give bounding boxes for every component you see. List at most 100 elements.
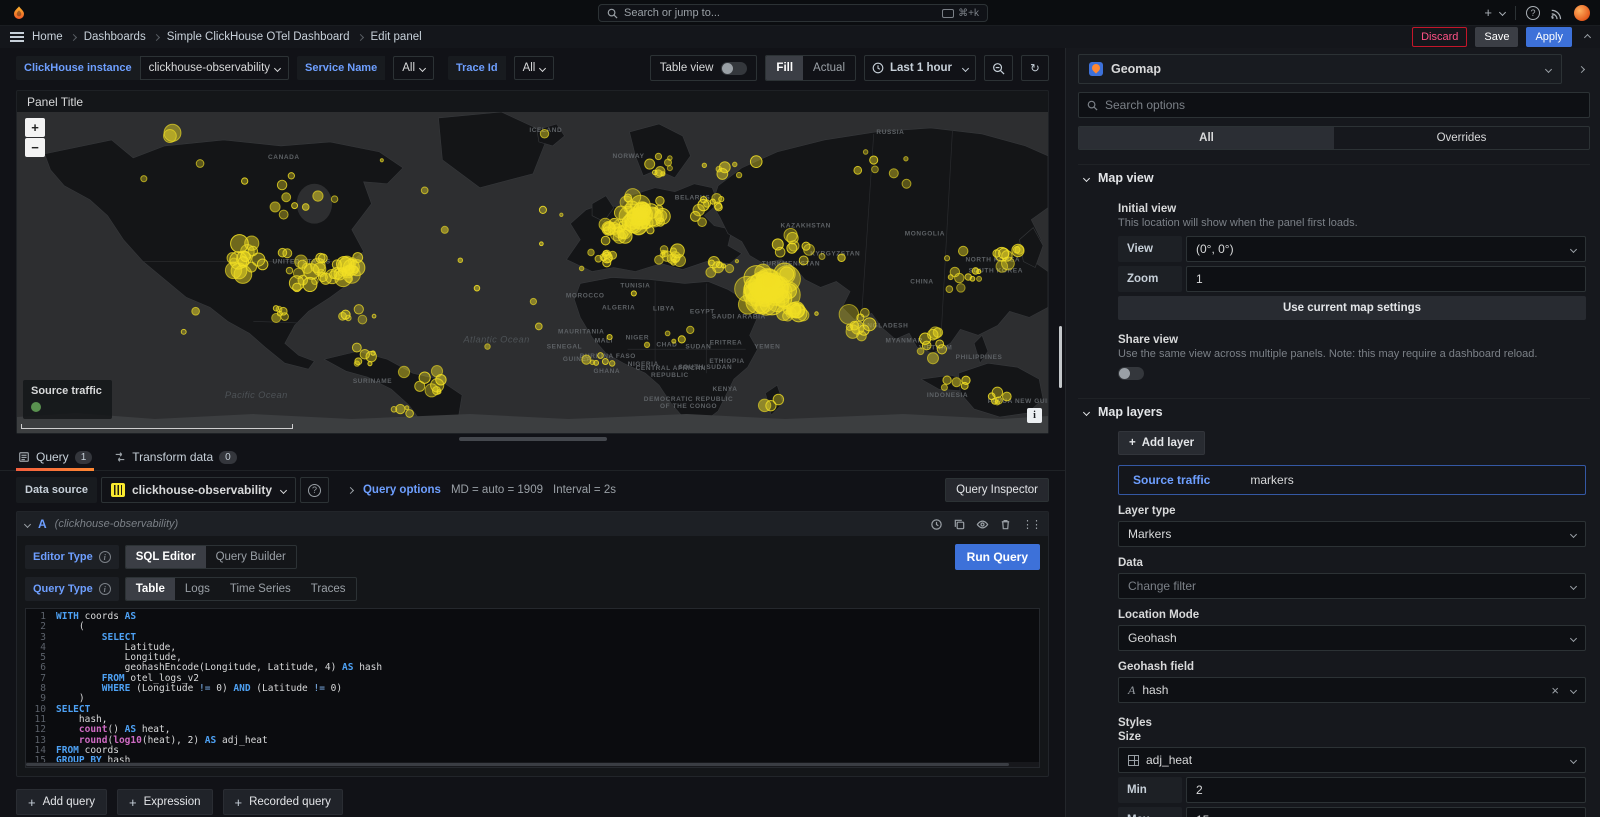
query-inspector-button[interactable]: Query Inspector	[945, 478, 1049, 502]
variable-trace-id: Trace Id	[448, 56, 506, 80]
query-options-expand-icon[interactable]	[347, 486, 354, 493]
tab-all[interactable]: All	[1079, 127, 1334, 149]
map-marker	[962, 376, 970, 384]
actual-option[interactable]: Actual	[803, 56, 855, 80]
breadcrumb-item[interactable]: Home	[32, 31, 63, 43]
editor-type-sql-editor[interactable]: SQL Editor	[126, 546, 206, 568]
sql-editor[interactable]: 1WITH coords AS2 (3 SELECT4 Latitude,5 L…	[25, 608, 1040, 768]
editor-type-query-builder[interactable]: Query Builder	[206, 546, 296, 568]
map-marker	[992, 387, 1002, 398]
geomap-panel: Panel Title	[16, 90, 1049, 434]
hide-response-icon[interactable]	[976, 518, 989, 531]
map-marker	[787, 232, 798, 244]
user-avatar[interactable]	[1574, 5, 1590, 21]
datasource-picker[interactable]: clickhouse-observability	[101, 477, 296, 503]
map-zoom-in-button[interactable]: +	[25, 118, 45, 137]
map-marker	[603, 259, 611, 267]
layer-type-select[interactable]: Markers	[1118, 521, 1586, 547]
drag-handle-icon[interactable]: ⋮⋮	[1022, 518, 1040, 531]
share-view-toggle[interactable]	[1118, 367, 1144, 380]
run-query-button[interactable]: Run Query	[955, 544, 1040, 570]
breadcrumb-item[interactable]: Simple ClickHouse OTel Dashboard	[167, 31, 350, 43]
collapse-header-icon[interactable]	[1584, 33, 1591, 40]
tab-query[interactable]: Query 1	[16, 446, 94, 470]
map-marker	[560, 213, 563, 216]
breadcrumb-item[interactable]: Edit panel	[371, 31, 422, 43]
duplicate-icon[interactable]	[953, 518, 966, 531]
fill-option[interactable]: Fill	[766, 56, 803, 80]
clear-icon[interactable]: ×	[1551, 683, 1559, 698]
map-zoom-out-button[interactable]: −	[25, 138, 45, 157]
table-view-toggle[interactable]	[721, 62, 747, 75]
add-layer-button[interactable]: + Add layer	[1118, 431, 1205, 455]
map-geo-label: INDONESIA	[927, 392, 968, 399]
map-view-section-header[interactable]: Map view	[1078, 164, 1590, 191]
service-select[interactable]: All	[393, 56, 434, 80]
panel-type-selector[interactable]: Geomap	[1078, 54, 1562, 84]
tab-overrides[interactable]: Overrides	[1334, 127, 1589, 149]
expression-button[interactable]: +Expression	[117, 789, 212, 815]
map-canvas[interactable]: CANADAUNITED STATESRUSSIAKAZAKHSTANMONGO…	[17, 112, 1048, 433]
query-type-time-series[interactable]: Time Series	[220, 578, 301, 600]
map-marker	[181, 329, 186, 334]
discard-button[interactable]: Discard	[1412, 27, 1467, 47]
collapse-query-icon[interactable]	[24, 520, 31, 527]
query-datasource-name: (clickhouse-observability)	[55, 518, 179, 530]
menu-toggle-icon[interactable]	[10, 32, 24, 42]
map-layers-section: Map layers + Add layer Source traffic ma…	[1078, 398, 1590, 817]
view-select[interactable]: (0°, 0°)	[1186, 236, 1586, 262]
sql-line: 3 SELECT	[26, 633, 1039, 643]
map-marker	[872, 166, 879, 173]
location-mode-select[interactable]: Geohash	[1118, 625, 1586, 651]
search-input[interactable]: Search or jump to... ⌘+k	[598, 4, 988, 22]
recorded-query-button[interactable]: +Recorded query	[223, 789, 343, 815]
query-type-logs[interactable]: Logs	[175, 578, 220, 600]
query-options-link[interactable]: Query options	[363, 484, 441, 496]
help-icon[interactable]: ?	[1526, 6, 1540, 20]
new-menu-button[interactable]: +	[1484, 5, 1505, 20]
save-button[interactable]: Save	[1475, 27, 1518, 47]
map-layers-section-header[interactable]: Map layers	[1078, 398, 1590, 425]
datasource-help-button[interactable]: ?	[300, 477, 329, 503]
data-filter-select[interactable]: Change filter	[1118, 573, 1586, 599]
panel-header[interactable]: Panel Title	[17, 91, 1048, 112]
news-icon[interactable]	[1550, 6, 1564, 20]
min-label: Min	[1118, 777, 1182, 803]
instance-select[interactable]: clickhouse-observability	[140, 56, 289, 80]
map-attribution-button[interactable]: i	[1027, 408, 1042, 423]
map-marker	[352, 343, 361, 352]
use-current-map-settings-button[interactable]: Use current map settings	[1118, 296, 1586, 320]
sql-editor-hscrollbar[interactable]	[26, 762, 1039, 767]
geohash-field-select[interactable]: A hash ×	[1118, 677, 1586, 703]
map-marker	[371, 351, 375, 355]
time-range-picker[interactable]: Last 1 hour	[864, 55, 976, 81]
map-marker	[594, 360, 599, 365]
panel-resize-handle[interactable]	[459, 437, 607, 441]
apply-button[interactable]: Apply	[1526, 27, 1572, 47]
query-row-header[interactable]: A (clickhouse-observability) ⋮⋮	[17, 512, 1048, 536]
layer-source-traffic[interactable]: Source traffic markers	[1118, 465, 1586, 495]
trace-select[interactable]: All	[514, 56, 555, 80]
delete-icon[interactable]	[999, 518, 1012, 531]
history-icon[interactable]	[930, 518, 943, 531]
map-marker	[391, 406, 397, 412]
collapse-options-pane-button[interactable]	[1568, 67, 1590, 72]
query-type-table[interactable]: Table	[126, 578, 175, 600]
breadcrumb-item[interactable]: Dashboards	[84, 31, 146, 43]
map-marker	[360, 349, 369, 359]
zoom-out-button[interactable]	[984, 55, 1013, 81]
size-field-select[interactable]: adj_heat	[1118, 747, 1586, 773]
min-input[interactable]: 2	[1186, 777, 1586, 803]
grafana-logo[interactable]	[10, 4, 28, 22]
map-scale-bar	[21, 424, 293, 429]
zoom-input[interactable]: 1	[1186, 266, 1586, 292]
map-marker	[653, 170, 658, 175]
clickhouse-icon	[111, 483, 125, 497]
edit-pane-scrollbar[interactable]	[1059, 326, 1062, 388]
refresh-button[interactable]: ↻	[1021, 55, 1049, 81]
tab-transform-data[interactable]: Transform data 0	[112, 446, 238, 470]
add-query-button[interactable]: +Add query	[16, 789, 107, 815]
query-type-traces[interactable]: Traces	[301, 578, 356, 600]
options-search-input[interactable]: Search options	[1078, 92, 1590, 118]
max-input[interactable]: 15	[1186, 807, 1586, 817]
